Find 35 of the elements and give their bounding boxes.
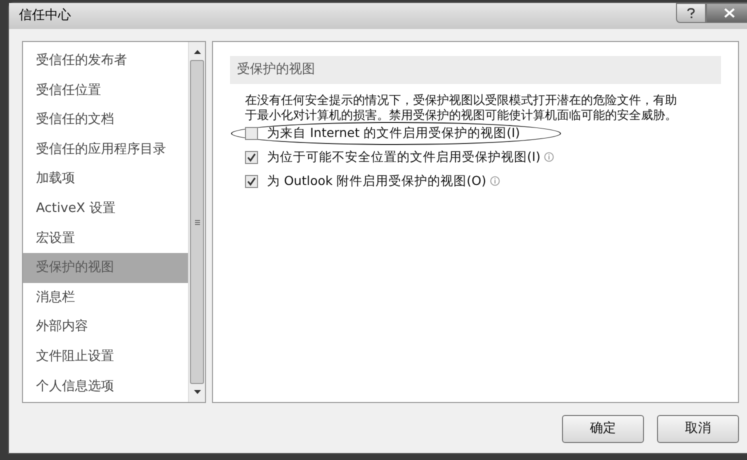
sidebar-item[interactable]: 个人信息选项 — [23, 372, 188, 402]
option-label: 为位于可能不安全位置的文件启用受保护视图(I) — [267, 148, 540, 166]
sidebar-item[interactable]: 受信任的应用程序目录 — [23, 134, 188, 164]
grip-icon — [194, 220, 200, 224]
sidebar-item[interactable]: 宏设置 — [23, 224, 188, 254]
check-icon — [247, 152, 256, 162]
sidebar-item[interactable]: 受信任的文档 — [23, 105, 188, 135]
scroll-up-icon — [194, 50, 200, 54]
close-icon — [724, 8, 734, 18]
checkbox[interactable] — [245, 174, 258, 188]
scrollbar[interactable] — [188, 42, 205, 402]
check-icon — [247, 176, 256, 186]
sidebar-item[interactable]: 文件阻止设置 — [23, 342, 188, 372]
section-title: 受保护的视图 — [237, 61, 315, 80]
scroll-down-icon — [194, 390, 200, 394]
description-text: 在没有任何安全提示的情况下，受保护视图以受限模式打开潜在的危险文件，有助于最小化对计算机的损害。禁用受保护的视图可能使计算机面临可能的安全威胁。 — [244, 93, 678, 123]
checkbox[interactable] — [245, 126, 258, 140]
dialog-button[interactable]: 取消 — [657, 415, 739, 443]
help-button[interactable] — [676, 3, 706, 23]
close-button[interactable] — [706, 3, 747, 23]
option-label: 为来自 Internet 的文件启用受保护的视图(I) — [267, 124, 520, 142]
sidebar-item[interactable]: 受信任位置 — [23, 76, 188, 106]
sidebar-item[interactable]: 消息栏 — [23, 282, 188, 312]
scrollbar-thumb[interactable] — [190, 60, 204, 384]
checkbox[interactable] — [245, 150, 258, 164]
info-icon — [490, 176, 500, 186]
window-title: 信任中心 — [19, 7, 71, 26]
sidebar-item[interactable]: 加载项 — [23, 164, 188, 194]
sidebar-item[interactable]: ActiveX 设置 — [23, 194, 188, 224]
help-icon — [687, 8, 695, 18]
option-label: 为 Outlook 附件启用受保护的视图(O) — [267, 172, 486, 190]
sidebar-item[interactable]: 受信任的发布者 — [23, 46, 188, 76]
sidebar-item[interactable]: 外部内容 — [23, 312, 188, 342]
info-icon — [544, 152, 554, 162]
dialog-button[interactable]: 确定 — [562, 415, 644, 443]
